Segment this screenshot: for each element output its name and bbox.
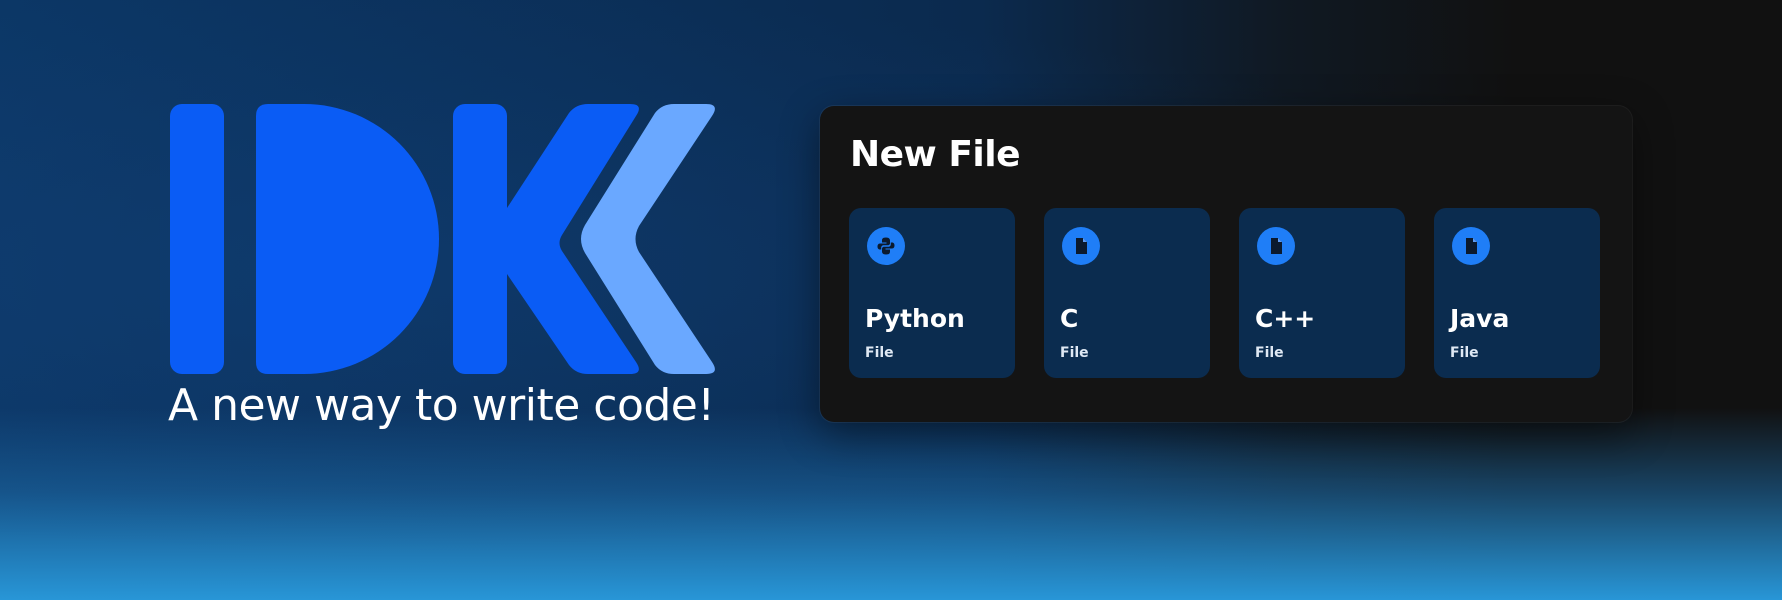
file-icon bbox=[1257, 227, 1295, 265]
file-card-python[interactable]: Python File bbox=[849, 208, 1015, 378]
file-card-c[interactable]: C File bbox=[1044, 208, 1210, 378]
file-card-cpp[interactable]: C++ File bbox=[1239, 208, 1405, 378]
idk-logo bbox=[170, 104, 715, 374]
card-title: Java bbox=[1450, 304, 1510, 333]
card-subtitle: File bbox=[1060, 345, 1089, 361]
card-title: Python bbox=[865, 304, 965, 333]
card-title: C++ bbox=[1255, 304, 1316, 333]
file-icon bbox=[1452, 227, 1490, 265]
python-icon bbox=[867, 227, 905, 265]
card-subtitle: File bbox=[1255, 345, 1284, 361]
panel-title: New File bbox=[850, 134, 1021, 175]
tagline: A new way to write code! bbox=[168, 380, 715, 431]
file-type-cards: Python File C File C++ File Java File bbox=[849, 208, 1600, 378]
new-file-panel: New File Python File C File C++ File Jav… bbox=[820, 106, 1632, 422]
file-icon bbox=[1062, 227, 1100, 265]
card-subtitle: File bbox=[865, 345, 894, 361]
card-subtitle: File bbox=[1450, 345, 1479, 361]
card-title: C bbox=[1060, 304, 1079, 333]
file-card-java[interactable]: Java File bbox=[1434, 208, 1600, 378]
